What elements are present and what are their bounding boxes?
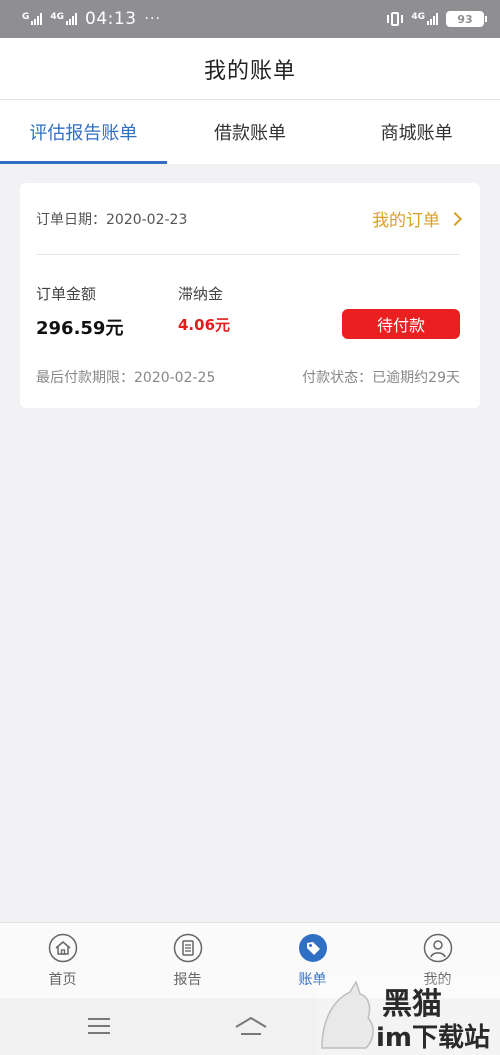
status-right: 4G 93 xyxy=(387,11,487,27)
tab-assessment-report-bill[interactable]: 评估报告账单 xyxy=(0,100,167,164)
late-fee-label: 滞纳金 xyxy=(178,285,224,303)
chevron-right-icon xyxy=(447,211,463,226)
app-header: 我的账单 xyxy=(0,38,500,100)
payment-deadline: 最后付款期限：2020-02-25 xyxy=(36,370,216,386)
late-fee-value: 4.06元 xyxy=(178,316,231,334)
status-bar: G 4G 04:13 ··· 4G 93 xyxy=(0,0,500,38)
bill-card: 订单日期：2020-02-23 我的订单 订单金额 296.59元 滞纳金 4.… xyxy=(20,183,480,408)
status-left: G 4G 04:13 ··· xyxy=(22,9,161,29)
order-amount-value: 296.59元 xyxy=(36,318,124,339)
signal-icon xyxy=(66,13,78,25)
bill-tag-icon xyxy=(298,933,327,962)
order-date: 订单日期：2020-02-23 xyxy=(36,211,188,228)
bill-tabs: 评估报告账单 借款账单 商城账单 xyxy=(0,100,500,164)
nav-report[interactable]: 报告 xyxy=(125,923,250,998)
order-amount-label: 订单金额 xyxy=(36,285,97,303)
vibrate-icon xyxy=(387,12,404,26)
home-button-icon[interactable] xyxy=(234,1014,268,1038)
my-orders-label: 我的订单 xyxy=(372,211,440,231)
signal-icon xyxy=(427,13,438,25)
site-watermark-logo: 黑猫 im下载站 xyxy=(316,978,500,1055)
page-title: 我的账单 xyxy=(203,58,296,84)
carrier2-label: 4G xyxy=(50,12,65,22)
user-icon xyxy=(423,933,452,962)
sim1-signal: G xyxy=(22,12,43,25)
menu-icon[interactable] xyxy=(86,1014,112,1038)
late-fee-block: 滞纳金 4.06元 xyxy=(178,283,230,335)
battery-icon: 93 xyxy=(446,11,487,27)
nav-home[interactable]: 首页 xyxy=(0,923,125,998)
svg-text:im下载站: im下载站 xyxy=(376,1023,490,1053)
signal-icon xyxy=(31,13,43,25)
more-notifications-icon: ··· xyxy=(144,11,161,27)
nav-home-label: 首页 xyxy=(48,971,77,988)
my-orders-link[interactable]: 我的订单 xyxy=(372,206,463,231)
tab-loan-bill[interactable]: 借款账单 xyxy=(167,100,334,164)
status-time: 04:13 xyxy=(85,9,137,29)
report-icon xyxy=(173,933,202,962)
order-amount-block: 订单金额 296.59元 xyxy=(36,283,123,340)
tab-mall-bill[interactable]: 商城账单 xyxy=(333,100,500,164)
carrier1-label: G xyxy=(22,12,30,22)
nav-report-label: 报告 xyxy=(173,971,202,988)
network-signal: 4G xyxy=(411,13,438,25)
pending-payment-button[interactable]: 待付款 xyxy=(342,309,460,339)
svg-text:黑猫: 黑猫 xyxy=(382,987,442,1022)
sim2-signal: 4G xyxy=(50,12,78,25)
network-label: 4G xyxy=(411,12,425,22)
payment-status: 付款状态：已逾期约29天 xyxy=(302,370,460,386)
home-icon xyxy=(48,933,77,962)
bill-card-header: 订单日期：2020-02-23 我的订单 xyxy=(36,183,463,255)
